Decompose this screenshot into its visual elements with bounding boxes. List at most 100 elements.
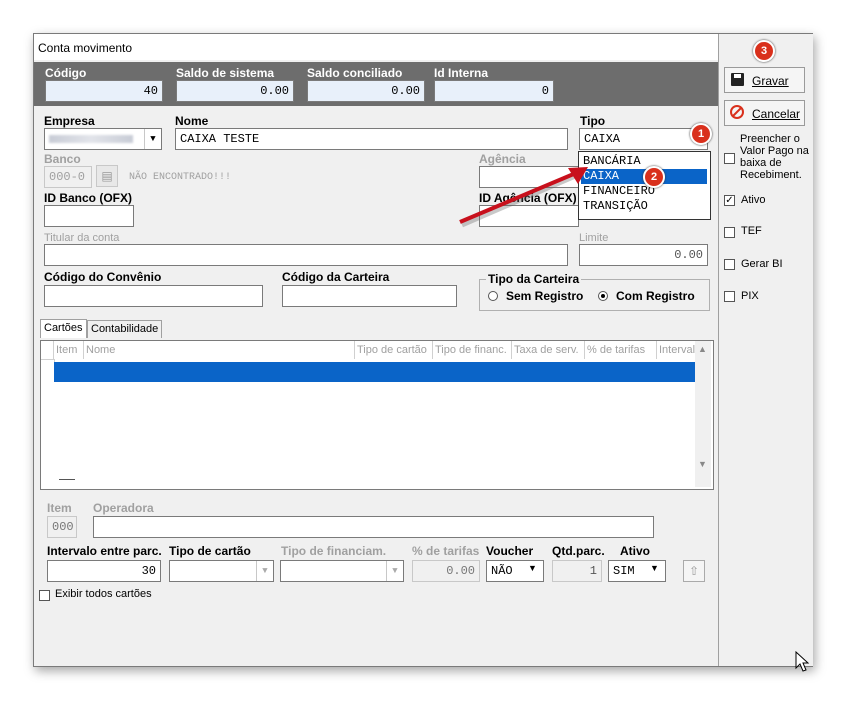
grid-indicator-header [41, 341, 54, 359]
grid-col-tipo-financ[interactable]: Tipo de financ. [433, 341, 512, 359]
titular-input[interactable] [44, 244, 568, 266]
empresa-blurred-value [49, 135, 133, 143]
com-registro-radio[interactable] [598, 291, 608, 301]
cancel-icon [730, 105, 744, 119]
gravar-button[interactable]: Gravar [724, 67, 805, 93]
item-input[interactable]: 000 [47, 516, 77, 538]
grid-col-taxa-serv[interactable]: Taxa de serv. [512, 341, 585, 359]
operadora-input[interactable] [93, 516, 654, 538]
preencher-label: Preencher o Valor Pago na baixa de Receb… [740, 133, 809, 181]
tipo-label: Tipo [580, 114, 606, 128]
chevron-down-icon[interactable]: ▼ [144, 129, 161, 149]
codigo-label: Código [45, 66, 87, 80]
mouse-cursor-icon [795, 651, 810, 672]
chevron-down-icon[interactable]: ▼ [256, 561, 273, 581]
qtd-parc-label: Qtd.parc. [552, 544, 605, 558]
exibir-todos-label: Exibir todos cartões [55, 588, 152, 600]
action-panel: Gravar Cancelar Preencher o Valor Pago n… [718, 34, 813, 666]
id-banco-ofx-label: ID Banco (OFX) [44, 191, 133, 205]
arrow-up-icon[interactable]: ⇧ [683, 560, 705, 582]
intervalo-input[interactable]: 30 [47, 560, 161, 582]
tipo-option-transicao[interactable]: TRANSIÇÃO [581, 199, 707, 214]
tipo-financ-select[interactable]: ▼ [280, 560, 404, 582]
saldo-sistema-field[interactable]: 0.00 [176, 80, 294, 102]
scroll-down-icon[interactable]: ▼ [698, 459, 707, 469]
chevron-down-icon[interactable]: ▼ [386, 561, 403, 581]
saldo-sistema-label: Saldo de sistema [176, 66, 275, 80]
gerar-bi-checkbox[interactable] [724, 259, 735, 270]
limite-input[interactable]: 0.00 [579, 244, 708, 266]
nome-input[interactable]: CAIXA TESTE [175, 128, 568, 150]
grid-scrollbar[interactable]: ▲ ▼ [695, 341, 711, 487]
step-badge-1: 1 [690, 123, 712, 145]
scroll-up-icon[interactable]: ▲ [698, 344, 707, 354]
id-interna-label: Id Interna [434, 66, 489, 80]
grid-col-interval[interactable]: Interval [657, 341, 697, 359]
empresa-select[interactable]: ▼ [44, 128, 162, 150]
tab-cartoes[interactable]: Cartões [40, 319, 87, 338]
gravar-label: Gravar [752, 74, 789, 88]
id-interna-field[interactable]: 0 [434, 80, 554, 102]
conta-movimento-window: Conta movimento ✕ Código 40 Saldo de sis… [33, 33, 813, 667]
operadora-label: Operadora [93, 501, 154, 515]
exibir-todos-checkbox[interactable] [39, 590, 50, 601]
banco-search-icon[interactable]: ▤ [96, 165, 118, 187]
sem-registro-label: Sem Registro [506, 289, 584, 303]
tef-label: TEF [741, 225, 762, 237]
com-registro-label: Com Registro [616, 289, 695, 303]
cancelar-button[interactable]: Cancelar [724, 100, 805, 126]
voucher-label: Voucher [486, 544, 534, 558]
annotation-arrow-icon [459, 167, 588, 228]
ativo-checkbox[interactable]: ✓ [724, 195, 735, 206]
tipo-select[interactable]: CAIXA [579, 128, 708, 150]
pix-checkbox[interactable] [724, 291, 735, 302]
convenio-input[interactable] [44, 285, 263, 307]
carteira-input[interactable] [282, 285, 457, 307]
grid-row-indicator[interactable] [41, 359, 55, 382]
tipo-financ-label: Tipo de financiam. [281, 544, 387, 558]
qtd-parc-input[interactable]: 1 [552, 560, 602, 582]
titular-label: Titular da conta [44, 232, 120, 244]
preencher-checkbox[interactable] [724, 153, 735, 164]
ativo-side-label: Ativo [741, 194, 766, 206]
tipo-carteira-label: Tipo da Carteira [486, 272, 582, 286]
tarifas-input[interactable]: 0.00 [412, 560, 480, 582]
tipo-dropdown-list: BANCÁRIA CAIXA FINANCEIRO TRANSIÇÃO [578, 151, 711, 220]
item-label: Item [47, 501, 72, 515]
intervalo-label: Intervalo entre parc. [47, 544, 162, 558]
grid-col-tarifas[interactable]: % de tarifas [585, 341, 657, 359]
save-icon [731, 73, 744, 86]
saldo-conciliado-field[interactable]: 0.00 [307, 80, 425, 102]
title-bar: Conta movimento ✕ [34, 34, 812, 60]
tab-contabilidade[interactable]: Contabilidade [87, 320, 163, 338]
banco-status-text: NÃO ENCONTRADO!!! [129, 172, 232, 183]
grid-col-nome[interactable]: Nome [84, 341, 355, 359]
gerar-bi-label: Gerar BI [741, 258, 783, 270]
step-badge-2: 2 [643, 166, 665, 188]
tef-checkbox[interactable] [724, 227, 735, 238]
tipo-cartao-label: Tipo de cartão [169, 544, 251, 558]
cartoes-grid: Item Nome Tipo de cartão Tipo de financ.… [40, 340, 714, 490]
tarifas-label: % de tarifas [412, 544, 480, 558]
chevron-down-icon[interactable]: ▼ [528, 563, 537, 573]
tipo-option-financeiro[interactable]: FINANCEIRO [581, 184, 707, 199]
sem-registro-radio[interactable] [488, 291, 498, 301]
tipo-cartao-select[interactable]: ▼ [169, 560, 274, 582]
codigo-field[interactable]: 40 [45, 80, 163, 102]
id-banco-ofx-input[interactable] [44, 205, 134, 227]
grid-col-item[interactable]: Item [54, 341, 84, 359]
window-title: Conta movimento [38, 41, 133, 55]
tipo-option-bancaria[interactable]: BANCÁRIA [581, 154, 707, 169]
ativo-detail-label: Ativo [620, 544, 650, 558]
step-badge-3: 3 [753, 40, 775, 62]
empresa-label: Empresa [44, 114, 95, 128]
grid-hscroll-thumb[interactable] [59, 479, 75, 480]
convenio-label: Código do Convênio [44, 270, 162, 284]
cancelar-label: Cancelar [752, 107, 801, 121]
nome-label: Nome [175, 114, 209, 128]
table-row[interactable] [54, 362, 695, 382]
banco-input[interactable]: 000-0 [44, 166, 92, 188]
saldo-conciliado-label: Saldo conciliado [307, 66, 403, 80]
chevron-down-icon[interactable]: ▼ [650, 563, 659, 573]
grid-col-tipo-cartao[interactable]: Tipo de cartão [355, 341, 433, 359]
